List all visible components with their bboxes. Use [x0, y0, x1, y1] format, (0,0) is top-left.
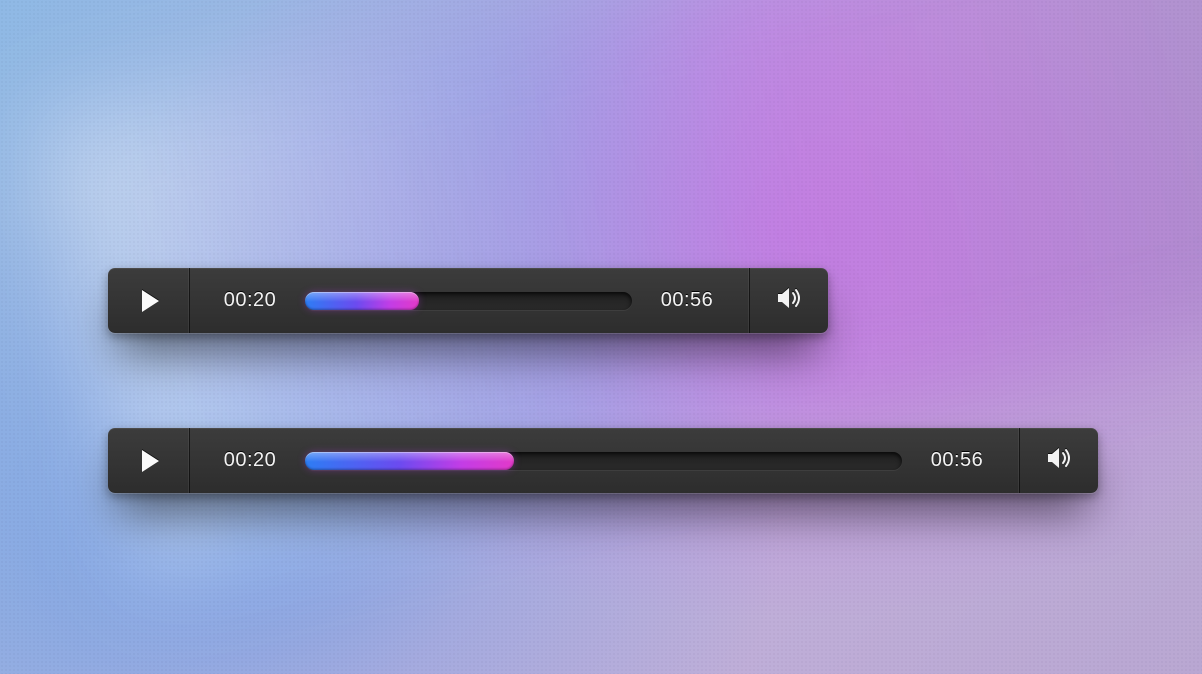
audio-player-large: 00:20 00:56: [108, 428, 1098, 493]
elapsed-time: 00:20: [217, 449, 283, 472]
seek-track[interactable]: [305, 452, 902, 470]
play-button[interactable]: [108, 268, 188, 333]
seek-track[interactable]: [305, 292, 632, 310]
volume-button[interactable]: [749, 268, 828, 333]
play-segment: [108, 268, 188, 333]
play-button[interactable]: [108, 428, 188, 493]
timeline-segment: 00:20 00:56: [188, 428, 1018, 493]
play-segment: [108, 428, 188, 493]
volume-icon: [774, 283, 804, 318]
play-icon: [142, 290, 159, 312]
seek-fill: [305, 452, 514, 470]
play-icon: [142, 450, 159, 472]
volume-button[interactable]: [1019, 428, 1098, 493]
volume-icon: [1044, 443, 1074, 478]
total-time: 00:56: [654, 289, 720, 312]
seek-fill: [305, 292, 419, 310]
timeline-segment: 00:20 00:56: [188, 268, 748, 333]
elapsed-time: 00:20: [217, 289, 283, 312]
audio-player-small: 00:20 00:56: [108, 268, 828, 333]
volume-segment: [1018, 428, 1098, 493]
volume-segment: [748, 268, 828, 333]
total-time: 00:56: [924, 449, 990, 472]
stage: 00:20 00:56: [0, 0, 1202, 674]
